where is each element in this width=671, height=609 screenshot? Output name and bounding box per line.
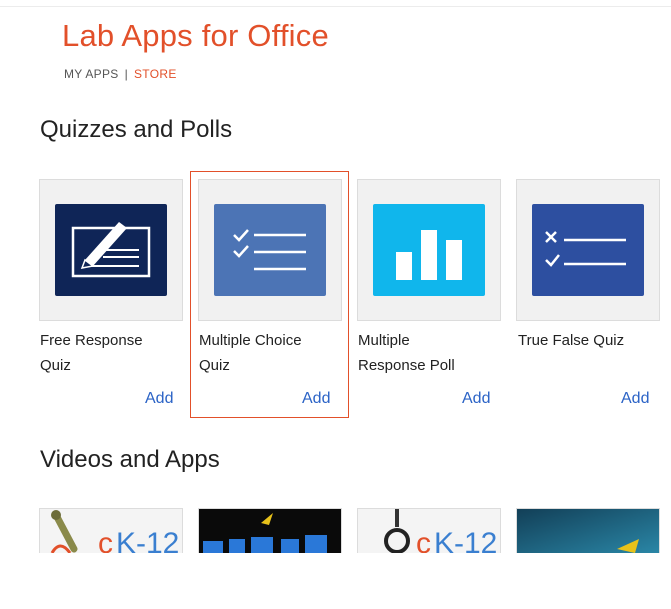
top-divider — [0, 6, 671, 7]
svg-text:K-12: K-12 — [434, 527, 497, 553]
nav-my-apps[interactable]: MY APPS — [64, 67, 119, 81]
app-name-line1: Free Response — [40, 332, 143, 349]
true-false-icon — [532, 204, 644, 296]
app-thumbnail[interactable] — [198, 179, 342, 321]
add-button[interactable]: Add — [621, 390, 649, 408]
bar-chart-icon — [373, 204, 485, 296]
ck12-logo-icon: c K-12 — [50, 510, 179, 553]
app-name-line2: Response Poll — [358, 357, 455, 374]
add-button[interactable]: Add — [302, 390, 330, 408]
blendspace-logo-icon — [199, 509, 341, 553]
svg-text:c: c — [98, 527, 113, 553]
video-app-card-ck12[interactable]: c K-12 — [39, 508, 183, 553]
nav-store[interactable]: STORE — [134, 67, 177, 81]
pencil-form-icon — [55, 204, 167, 296]
app-thumbnail[interactable] — [516, 179, 660, 321]
add-button[interactable]: Add — [145, 390, 173, 408]
checklist-icon — [214, 204, 326, 296]
video-thumbnail-icon — [517, 509, 659, 553]
app-thumbnail[interactable] — [39, 179, 183, 321]
app-name-line1: True False Quiz — [518, 332, 625, 349]
top-nav: MY APPS | STORE — [64, 67, 177, 81]
add-button[interactable]: Add — [462, 390, 490, 408]
app-name-line1: Multiple Choice — [199, 332, 302, 349]
svg-text:K-12: K-12 — [116, 527, 179, 553]
app-thumbnail[interactable] — [357, 179, 501, 321]
app-name-line1: Multiple — [358, 332, 410, 349]
video-app-card-4[interactable] — [516, 508, 660, 553]
video-app-card-ck12-2[interactable]: c K-12 — [357, 508, 501, 553]
app-name-line2: Quiz — [40, 357, 71, 374]
nav-separator: | — [124, 67, 128, 81]
ck12-logo-icon: c K-12 — [384, 509, 497, 553]
section-title-videos: Videos and Apps — [40, 446, 220, 473]
app-title: Lab Apps for Office — [62, 18, 329, 53]
section-title-quizzes: Quizzes and Polls — [40, 116, 233, 143]
video-app-card-blendspace[interactable] — [198, 508, 342, 553]
app-name-line2: Quiz — [199, 357, 230, 374]
svg-text:c: c — [416, 527, 431, 553]
